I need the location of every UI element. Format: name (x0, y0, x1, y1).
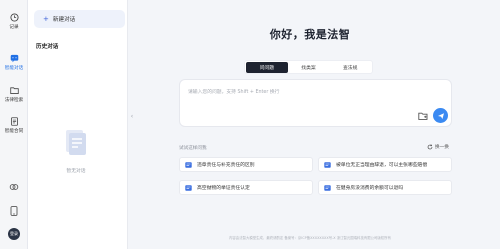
rail-label-chat: 智能对话 (4, 66, 24, 71)
tab-ask-question[interactable]: 问问题 (246, 61, 288, 73)
message-icon (185, 161, 192, 168)
history-sidebar: + 新建对话 历史对话 暂无对话 (28, 0, 128, 249)
link-icon[interactable] (9, 182, 19, 192)
message-icon (324, 161, 331, 168)
chat-icon (10, 54, 18, 63)
suggestion-text: 高空抛物的举证责任认定 (197, 186, 250, 191)
rail-item-legal-search[interactable]: 法律检索 (0, 86, 28, 103)
suggestion-text: 在健身房没消费的余额可以退吗 (336, 186, 404, 191)
collapse-sidebar-icon[interactable]: ‹ (128, 108, 136, 124)
document-icon (10, 117, 18, 126)
footer-text: 内容由法智大模型生成，最终请酌定 备案号：京ICP备XXXXXXXX号-X 浙江… (229, 236, 391, 240)
tab-search-laws[interactable]: 查法规 (329, 62, 371, 73)
rail-item-contract[interactable]: 智能合同 (0, 117, 28, 134)
send-arrow-icon (437, 112, 444, 119)
mobile-icon[interactable] (10, 206, 18, 216)
page-title: 你好，我是法智 (269, 28, 351, 41)
suggestion-text: 违章责任与补充责任的区别 (197, 163, 255, 168)
rail-item-history[interactable]: 记录 (0, 13, 28, 30)
suggestion-item[interactable]: 被单位无正当理由辞退，可以主张哪些赔偿 (318, 157, 452, 172)
question-input[interactable] (188, 88, 418, 100)
refresh-label: 换一换 (435, 145, 449, 150)
refresh-icon (427, 144, 433, 150)
send-button[interactable] (433, 108, 448, 123)
new-chat-button[interactable]: + 新建对话 (34, 10, 125, 28)
clock-icon (9, 13, 19, 22)
avatar[interactable]: 登录 (8, 228, 20, 240)
message-icon (185, 184, 192, 191)
rail-item-chat[interactable]: 智能对话 (0, 54, 28, 71)
empty-history-text: 暂无对话 (66, 169, 86, 174)
suggestion-item[interactable]: 违章责任与补充责任的区别 (179, 157, 313, 172)
tab-find-cases[interactable]: 找类案 (288, 62, 330, 73)
suggestion-item[interactable]: 在健身房没消费的余额可以退吗 (318, 180, 452, 195)
message-icon (324, 184, 331, 191)
question-input-box (179, 79, 452, 127)
rail-label-legal-search: 法律检索 (4, 98, 24, 103)
new-chat-label: 新建对话 (52, 17, 76, 23)
folder-icon (9, 87, 19, 94)
rail-label-history: 记录 (9, 25, 19, 30)
suggest-title: 试试这样问我 (179, 146, 207, 151)
history-title: 历史对话 (36, 44, 59, 50)
suggestion-item[interactable]: 高空抛物的举证责任认定 (179, 180, 313, 195)
suggestion-text: 被单位无正当理由辞退，可以主张哪些赔偿 (336, 163, 428, 168)
plus-icon: + (43, 14, 49, 23)
left-rail: 记录 智能对话 法律检索 智能合同 登录 (0, 0, 28, 249)
empty-document-icon (66, 130, 86, 155)
rail-label-contract: 智能合同 (4, 129, 24, 134)
upload-folder-icon[interactable] (418, 111, 428, 121)
refresh-suggestions-button[interactable]: 换一换 (427, 144, 449, 150)
mode-tabs: 问问题 找类案 查法规 (244, 60, 373, 74)
